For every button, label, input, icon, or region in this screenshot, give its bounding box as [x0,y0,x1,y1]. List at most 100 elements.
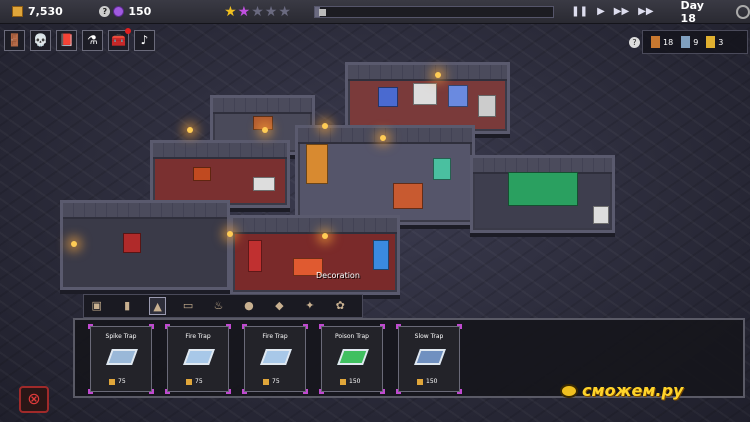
card-corner [396,389,401,394]
music-icon: ♪ [140,33,149,47]
day-counter: Day 18 [680,0,704,25]
population-help-icon[interactable]: ? [629,37,640,48]
trap-preview-icon [414,349,446,365]
card-corner [457,389,462,394]
gold-coin-icon [12,6,23,17]
trap-name: Spike Trap [105,333,137,340]
doors-tab[interactable]: 🚪 [4,30,25,51]
card-corner [88,389,93,394]
trap-cost: 75 [263,378,280,385]
tile-icon: ▭ [182,299,194,312]
room-top[interactable] [345,62,510,134]
trap-name: Slow Trap [414,333,444,340]
category-doors[interactable]: ▮ [118,297,135,315]
fast-forward-button[interactable]: ▶▶ [614,6,629,17]
category-machines[interactable]: ◆ [271,297,288,315]
minions-tab[interactable]: 💀 [30,30,51,51]
gold-coin-icon [186,378,192,385]
day-progress-bar [314,5,555,18]
category-plants[interactable]: ✿ [332,297,349,315]
gold-coin-icon [340,378,346,385]
gold-amount: 7,530 [28,5,63,18]
potions-tab[interactable]: ⚗ [82,30,103,51]
trap-card[interactable]: Poison Trap 150 [319,324,385,394]
day-progress-marker [319,8,327,16]
room-left-middle[interactable] [150,140,290,208]
card-corner [149,389,154,394]
play-button[interactable]: ▶ [597,6,605,17]
trap-card[interactable]: Slow Trap 150 [396,324,462,394]
category-storage[interactable]: ● [240,297,257,315]
card-corner [242,324,247,329]
category-bar: ▣ ▮ ▲ ▭ ♨ ● ◆ ✦ ✿ [83,294,363,318]
trap-cost-value: 150 [349,378,361,385]
card-corner [319,389,324,394]
card-corner [303,324,308,329]
population-count: 9 [693,37,699,47]
potion-icon: ⚗ [87,33,98,47]
trap-cost: 150 [340,378,360,385]
star-filled-icon: ★ [224,3,237,20]
trap-name: Poison Trap [335,333,369,340]
settings-gear-icon[interactable] [736,4,750,19]
category-floor[interactable]: ▭ [179,297,196,315]
trap-cost-value: 75 [195,378,203,385]
card-corner [319,324,324,329]
torch-icon: ✦ [305,299,315,312]
card-corner [242,389,247,394]
trap-preview-icon [106,349,138,365]
flame-icon: ♨ [213,299,224,312]
watermark-text: сможем.ру [582,381,684,400]
gem-icon [113,6,125,17]
trap-card[interactable]: Fire Trap 75 [165,324,231,394]
gold-coin-icon [417,378,423,385]
minion-yellow-icon [706,36,716,48]
alert-dot-icon [125,28,131,34]
chest-icon: 🧰 [111,33,126,47]
trap-preview-icon [337,349,369,365]
card-corner [380,389,385,394]
trap-cost-value: 75 [118,378,126,385]
card-corner [226,389,231,394]
build-menu-tabs: 🚪 💀 📕 ⚗ 🧰 ♪ [4,28,160,51]
books-tab[interactable]: 📕 [56,30,77,51]
trap-cost-value: 75 [272,378,280,385]
category-furniture[interactable]: ▣ [88,297,105,315]
room-garden[interactable] [470,155,615,233]
trap-cost: 75 [186,378,203,385]
book-icon: 📕 [59,33,74,47]
music-tab[interactable]: ♪ [134,30,155,51]
card-corner [457,324,462,329]
faster-forward-button[interactable]: ▶▶ [638,6,653,17]
population-panel: 18 9 3 [642,30,748,54]
star-filled-icon: ★ [237,3,251,20]
gold-coin-icon [263,378,269,385]
room-red-carpet[interactable] [230,215,400,295]
gold-display: 7,530 [12,5,90,18]
category-monsters[interactable]: ♨ [210,297,227,315]
category-lights[interactable]: ✦ [301,297,318,315]
plant-icon: ✿ [335,299,345,312]
star-empty-icon: ★ [278,3,291,20]
machine-icon: ◆ [275,299,284,312]
minion-blue-icon [681,36,691,48]
trap-card[interactable]: Fire Trap 75 [242,324,308,394]
bee-logo-icon [560,383,578,398]
help-icon[interactable]: ? [99,6,111,17]
gem-display: ? 150 [99,5,207,18]
cancel-build-button[interactable]: ⊗ [19,386,49,413]
trap-preview-icon [260,349,292,365]
room-left-lower[interactable] [60,200,230,290]
gold-coin-icon [109,378,115,385]
card-corner [226,324,231,329]
star-empty-icon: ★ [251,3,264,20]
furniture-tab[interactable]: 🧰 [108,28,131,51]
barrel-icon: ● [244,299,254,312]
trap-card[interactable]: Spike Trap 75 [88,324,154,394]
crate-icon: ▣ [91,299,102,312]
pause-button[interactable]: ❚❚ [571,6,588,17]
trap-name: Fire Trap [185,333,211,340]
card-corner [88,324,93,329]
population-count: 18 [663,37,674,47]
category-traps[interactable]: ▲ [148,297,167,315]
